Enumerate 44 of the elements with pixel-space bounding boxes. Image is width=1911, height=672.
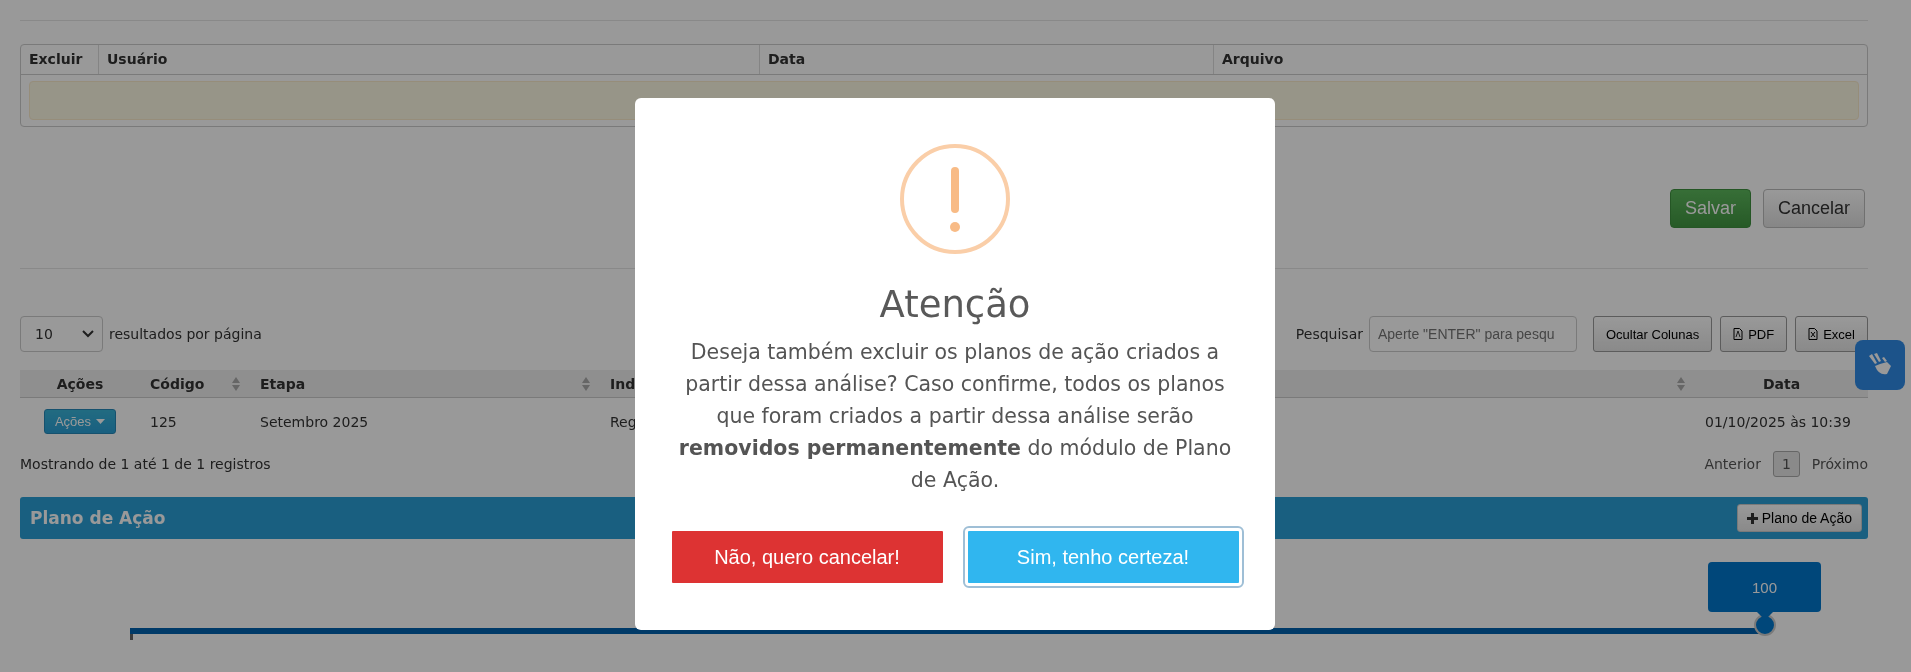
column-header: Excluir [28,50,84,69]
search-label: Pesquisar [1295,326,1363,342]
columns-button[interactable]: Ocultar Colunas [1593,316,1713,352]
page-length-select[interactable]: 10 [20,316,103,352]
table-cell-text: 125 [149,413,178,430]
dialog-title: Atenção [879,283,1031,326]
save-button[interactable]: Salvar [1669,189,1751,228]
actions-dropdown-button[interactable]: Ações [43,409,117,434]
search-field[interactable]: Aperte "ENTER" para pesqu [1369,316,1577,352]
add-action-plan-button[interactable]: Plano de Ação [1736,504,1862,532]
confirm-button[interactable]: Sim, tenho certeza! [962,526,1244,588]
export-button[interactable]: Excel [1795,316,1868,352]
slider-handle[interactable] [1754,614,1776,636]
spreadsheet-file-icon [1808,328,1819,340]
next-link[interactable]: Próximo [1811,456,1868,472]
column-header: Ações [56,375,104,392]
page-button[interactable]: 1 [1772,451,1800,477]
cancel-button[interactable]: Cancelar [1762,189,1865,228]
warning-icon [899,143,1011,255]
sort-icon[interactable] [232,375,240,392]
column-header: Usuário [98,45,759,74]
table-cell-text: 01/10/2025 às 10:39 [1704,413,1852,430]
column-header: Data [1762,375,1801,392]
table-cell-text: Setembro 2025 [259,413,370,430]
column-header: Arquivo [1213,45,1867,74]
sort-icon[interactable] [1677,375,1685,392]
section-title: Plano de Ação [30,508,166,528]
dialog-message: Deseja também excluir os planos de ação criados a partir dessa análise? Caso confirme, todos os planos que foram criados a partir dessa análise serão removidos permanentemente do módulo de Plano de Ação. [677,339,1233,494]
caret-icon [96,419,106,424]
pdf-file-icon [1733,328,1744,340]
accessibility-button[interactable] [1855,340,1905,390]
column-header: Etapa [260,375,306,392]
sort-icon[interactable] [582,375,590,392]
column-header: Ind [610,375,636,392]
records-info: Mostrando de 1 até 1 de 1 registros [20,456,271,472]
previous-link[interactable]: Anterior [1704,456,1761,472]
export-button[interactable]: PDF [1720,316,1788,352]
chevron-icon [82,330,94,338]
page-length-label: resultados por página [109,326,262,342]
column-header: Data [759,45,1213,74]
plus-icon [1746,512,1758,524]
table-cell-text: Reg [609,413,638,430]
slider-tooltip: 100 [1708,562,1821,620]
column-header: Código [150,375,205,392]
